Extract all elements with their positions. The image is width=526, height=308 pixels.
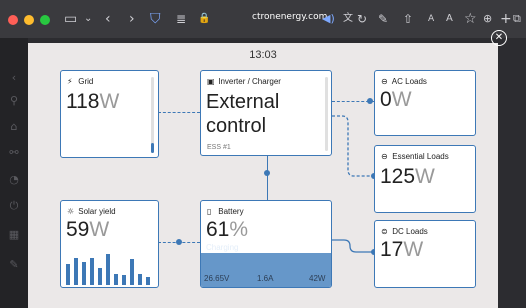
dc-loads-card[interactable]: ⊜ DC Loads 17W [374, 220, 476, 288]
back-icon[interactable]: ‹ [105, 9, 111, 29]
nav-home-icon[interactable]: ⌂ [7, 120, 21, 134]
grid-tower-icon: ⚡ [67, 77, 73, 86]
solar-history-chart [66, 245, 156, 285]
junction-dot [176, 239, 182, 245]
nav-grid-icon[interactable]: ▦ [7, 228, 21, 242]
chevron-down-icon[interactable]: ⌄ [84, 9, 92, 29]
solar-history-bar [74, 258, 78, 285]
essential-loads-value: 125W [380, 165, 435, 188]
battery-current: 1.6A [257, 274, 274, 283]
note-icon[interactable]: ✎ [378, 9, 388, 29]
dc-loads-icon: ⊜ [381, 227, 388, 236]
inverter-battery-wire [267, 155, 268, 200]
close-icon[interactable]: ✕ [491, 30, 507, 46]
grid-inverter-wire [158, 112, 200, 113]
audio-icon[interactable]: ◀) [322, 9, 335, 29]
reader-icon[interactable]: ≣ [176, 9, 186, 29]
clock: 13:03 [249, 49, 277, 61]
solar-history-bar [82, 262, 86, 285]
ac-loads-icon: ⊖ [381, 77, 388, 86]
solar-history-bar [98, 268, 102, 285]
nav-settings-icon[interactable]: ✎ [7, 258, 21, 272]
ac-loads-card[interactable]: ⊖ AC Loads 0W [374, 70, 476, 136]
window-zoom-button[interactable] [40, 15, 50, 25]
essential-loads-card[interactable]: ⊖ Essential Loads 125W [374, 145, 476, 213]
text-small-icon[interactable]: A [428, 9, 434, 29]
grid-level-bar [151, 77, 154, 153]
battery-title: Battery [218, 207, 244, 216]
sidebar-icon[interactable]: ▭ [64, 9, 77, 29]
bookmark-icon[interactable]: ☆ [464, 9, 477, 29]
essential-loads-icon: ⊖ [381, 152, 388, 161]
inverter-scrollbar[interactable] [325, 77, 328, 151]
battery-dcloads-wire [332, 239, 377, 255]
inverter-status-line1: External [206, 91, 280, 113]
inverter-card[interactable]: ▣ Inverter / Charger External control ES… [200, 70, 332, 156]
forward-icon[interactable]: › [129, 9, 135, 29]
junction-dot [367, 98, 373, 104]
text-large-icon[interactable]: A [446, 9, 453, 29]
solar-history-bar [130, 259, 134, 285]
essential-loads-title: Essential Loads [392, 152, 449, 161]
solar-history-bar [122, 275, 126, 285]
address-bar[interactable]: ctronenergy.com [252, 12, 327, 22]
dc-loads-title: DC Loads [392, 227, 428, 236]
inverter-icon: ▣ [207, 77, 215, 86]
solar-history-bar [146, 277, 150, 285]
inverter-status-line2: control [206, 115, 267, 137]
nav-network-icon[interactable]: ⚯ [7, 146, 21, 160]
shield-icon[interactable]: ⛉ [150, 9, 161, 29]
browser-toolbar: ▭ ⌄ ‹ › ⛉ ≣ 🔒 ctronenergy.com ◀) 文 ↻ ✎ ⇧… [0, 0, 526, 38]
battery-icon: ▯ [207, 207, 212, 216]
nav-location-icon[interactable]: ⚲ [7, 94, 21, 108]
solar-card[interactable]: ☼ Solar yield 59W [60, 200, 159, 288]
battery-card[interactable]: ▯ Battery 61% Charging 26.65V 1.6A 42W [200, 200, 332, 288]
sun-icon: ☼ [67, 207, 75, 216]
solar-history-bar [90, 258, 94, 285]
inverter-title: Inverter / Charger [218, 77, 281, 86]
solar-value: 59W [66, 218, 110, 241]
battery-state: Charging [206, 243, 239, 252]
reload-icon[interactable]: ↻ [357, 9, 367, 29]
solar-history-bar [106, 254, 110, 285]
junction-dot [264, 170, 270, 176]
share-icon[interactable]: ⇧ [403, 9, 413, 29]
nav-alert-icon[interactable]: ◔ [7, 173, 21, 187]
battery-value: 61% [206, 218, 249, 241]
battery-power: 42W [309, 274, 326, 283]
solar-history-bar [66, 264, 70, 285]
grid-value: 118W [66, 90, 120, 113]
battery-voltage: 26.65V [204, 274, 230, 283]
download-icon[interactable]: ⊕ [483, 9, 492, 29]
nav-back-icon[interactable]: ‹ [7, 71, 21, 85]
lock-icon: 🔒 [198, 13, 211, 24]
solar-history-bar [138, 274, 142, 285]
window-close-button[interactable] [8, 15, 18, 25]
solar-title: Solar yield [78, 207, 116, 216]
inverter-subtitle: ESS #1 [207, 144, 231, 151]
grid-card[interactable]: ⚡ Grid 118W [60, 70, 159, 158]
side-nav: ‹ ⚲ ⌂ ⚯ ◔ ⏻ ▦ ✎ [0, 38, 28, 308]
window-minimize-button[interactable] [24, 15, 34, 25]
ac-loads-value: 0W [380, 88, 412, 111]
nav-power-icon[interactable]: ⏻ [7, 199, 21, 213]
inverter-essential-wire [332, 115, 377, 179]
grid-title: Grid [78, 77, 94, 86]
tabs-icon[interactable]: ⧉ [513, 9, 521, 29]
new-tab-icon[interactable]: + [500, 9, 512, 29]
translate-icon[interactable]: 文 [343, 9, 353, 29]
ac-loads-title: AC Loads [391, 77, 427, 86]
dc-loads-value: 17W [380, 238, 424, 261]
solar-history-bar [114, 274, 118, 285]
